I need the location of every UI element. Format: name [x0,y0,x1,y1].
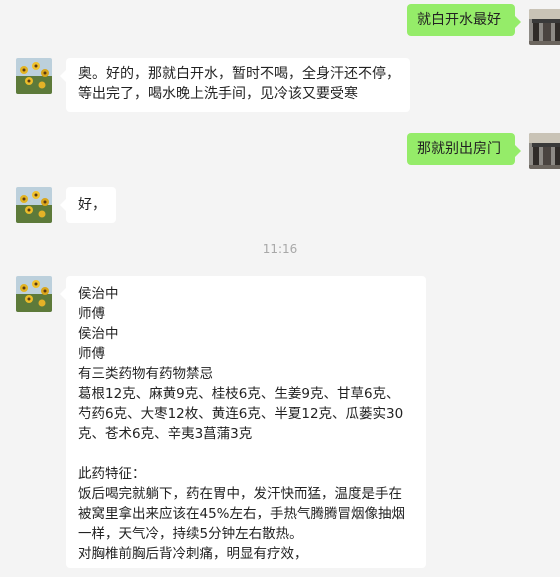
chat-window: 就白开水最好 奥。好的，那就白开水，暂时不喝，全身汗还不停， 等出完了，喝水晚上… [0,0,560,577]
message-line: 侯治中 [78,326,119,342]
message-line: 一样，天气冷，持续5分钟左右散热。 [78,526,303,542]
message-line: 对胸椎前胸后背冷刺痛，明显有疗效， [78,546,308,562]
message-line: 等出完了，喝水晚上洗手间，见冷该又要受寒 [78,86,358,102]
message-line [78,444,414,464]
message-text: 那就别出房门 [417,141,501,157]
contact-message-bubble[interactable]: 奥。好的，那就白开水，暂时不喝，全身汗还不停， 等出完了，喝水晚上洗手间，见冷该… [60,58,410,112]
contact-message-bubble[interactable]: 好， [60,187,116,223]
my-avatar[interactable] [529,9,560,45]
contact-avatar[interactable] [16,276,52,312]
message-text: 就白开水最好 [417,12,501,28]
contact-avatar[interactable] [16,187,52,223]
my-avatar[interactable] [529,133,560,169]
message-line: 奥。好的，那就白开水，暂时不喝，全身汗还不停， [78,66,400,82]
my-message-bubble[interactable]: 就白开水最好 [407,4,521,36]
message-line: 师傅 [78,306,105,322]
message-line: 侯治中 [78,286,119,302]
message-line: 葛根12克、麻黄9克、桂枝6克、生姜9克、甘草6克、 [78,386,400,402]
message-line: 饭后喝完就躺下，药在胃中，发汗快而猛，温度是手在 [78,486,402,502]
message-line: 芍药6克、大枣12枚、黄连6克、半夏12克、瓜蒌实30 [78,406,404,422]
message-text: 好， [78,197,106,213]
contact-avatar[interactable] [16,58,52,94]
message-timestamp: 11:16 [262,242,298,256]
message-line: 师傅 [78,346,105,362]
message-line: 有三类药物有药物禁忌 [78,366,213,382]
message-line: 克、苍术6克、辛夷3菖蒲3克 [78,426,253,442]
my-message-bubble[interactable]: 那就别出房门 [407,133,521,165]
message-line: 此药特征： [78,466,146,482]
message-line: 被窝里拿出来应该在45%左右，手热气腾腾冒烟像抽烟 [78,506,406,522]
contact-message-bubble[interactable]: 侯治中 师傅 侯治中 师傅 有三类药物有药物禁忌 葛根12克、麻黄9克、桂枝6克… [60,276,426,568]
